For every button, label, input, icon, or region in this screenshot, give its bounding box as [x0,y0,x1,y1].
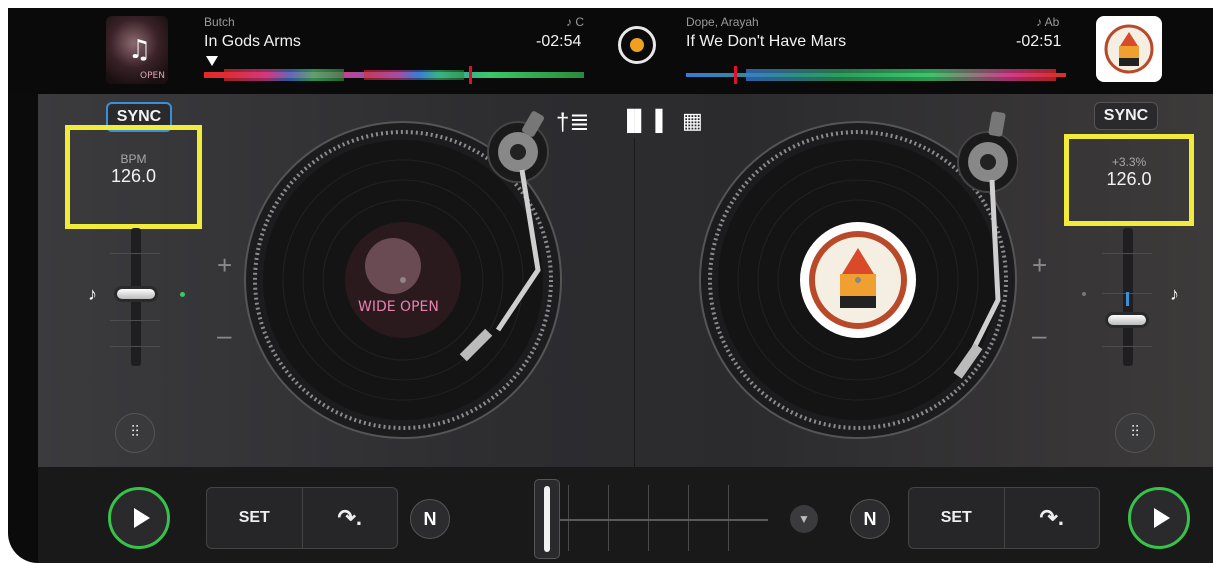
xfade-tick [688,485,689,551]
deck-a-fx-button[interactable]: ⫶⫶ [115,413,155,453]
deck-b-pitch-percent: +3.3% [1111,155,1147,169]
record-icon [630,38,644,52]
deck-a-bpm-value: 126.0 [110,166,157,186]
deck-a-key: ♪ C [566,15,584,29]
deck-b-artist: Dope, Arayah [686,15,759,29]
deck-b-loop-button[interactable]: ↷. [1003,488,1100,548]
pitch-tick [1102,253,1152,254]
deck-b-pitch-center-mark [1126,292,1129,306]
deck-a-play-button[interactable] [108,487,170,549]
waveform-icon[interactable]: ▐▌▐ [620,110,663,133]
deck-a-waveform[interactable] [204,66,584,84]
equalizer-icon: ⫶⫶ [130,424,139,441]
chevron-down-icon[interactable]: ▼ [790,505,818,533]
xfade-tick [568,485,569,551]
deck-a-time-remaining: -02:54 [536,33,582,50]
deck-b-pitch-plus[interactable]: + [1032,250,1047,281]
top-bar: ♫ OPEN Butch In Gods Arms ♪ C -02:54 Dop… [8,8,1213,94]
deck-b-pitch-minus[interactable]: – [1032,320,1046,351]
deck-b-key: ♪ Ab [1036,15,1060,29]
deck-a-loop-button[interactable]: ↷. [301,488,398,548]
equalizer-icon: ⫶⫶ [1130,424,1139,441]
deck-b-bpm-display[interactable]: +3.3% 126.0 [1064,134,1194,226]
deck-a-pitch-minus[interactable]: – [217,320,231,351]
music-note-icon: ♪ [1170,284,1179,304]
xfade-tick [608,485,609,551]
deck-b-cover-art[interactable] [1096,16,1162,82]
deck-b-pitch-slider[interactable] [1105,312,1149,328]
deck-b-waveform[interactable] [686,66,1066,84]
deck-a-record-label: WIDE OPEN [358,299,439,315]
deck-b-title: If We Don't Have Mars [686,33,847,50]
record-button[interactable] [618,26,656,64]
deck-b-time-remaining: -02:51 [1016,33,1062,50]
deck-b-n-button[interactable]: N [850,499,890,539]
deck-a-tonearm[interactable] [438,110,558,380]
deck-b-play-button[interactable] [1128,487,1190,549]
deck-divider [634,138,635,468]
deck-a-pitch-indicator [180,292,185,297]
deck-a-n-button[interactable]: N [410,499,450,539]
svg-text:♫: ♫ [128,35,151,65]
svg-text:OPEN: OPEN [140,71,165,81]
deck-a-pitch-slider[interactable] [114,286,158,302]
play-icon [1153,508,1170,528]
app-window: ♫ OPEN Butch In Gods Arms ♪ C -02:54 Dop… [8,8,1213,563]
crossfader-track [548,519,768,521]
deck-a-pitch-plus[interactable]: + [217,250,232,281]
deck-b-cue-group: SET ↷. [908,487,1100,549]
loop-arrow-icon: ↷. [337,505,363,530]
pitch-tick [1102,346,1152,347]
deck-a-position-marker [206,56,218,66]
pitch-tick [110,320,160,321]
deck-b-pitch-indicator [1082,292,1086,296]
deck-a-cue-group: SET ↷. [206,487,398,549]
crossfader-handle[interactable] [534,479,560,559]
deck-a-bpm-label: BPM [120,152,147,166]
pitch-tick [110,346,160,347]
deck-b-sync-button[interactable]: SYNC [1094,102,1158,130]
deck-b-set-button[interactable]: SET [909,488,1004,548]
deck-b-fx-button[interactable]: ⫶⫶ [1115,413,1155,453]
track-list-icon[interactable]: †≣ [556,108,589,137]
xfade-tick [728,485,729,551]
deck-a-bpm-display[interactable]: BPM 126.0 [65,125,202,229]
label-logo-icon [1104,24,1154,74]
deck-b-tonearm[interactable] [898,110,1018,390]
music-note-icon: ♫ OPEN [128,35,165,81]
deck-a-title: In Gods Arms [204,33,301,50]
xfade-tick [648,485,649,551]
music-note-icon: ♪ [88,284,97,304]
play-icon [133,508,150,528]
deck-b-bpm-value: 126.0 [1106,169,1152,189]
loop-arrow-icon: ↷. [1039,505,1065,530]
pitch-tick [110,253,160,254]
deck-a-cover-art[interactable]: ♫ OPEN [106,16,168,84]
crossfader[interactable] [528,475,768,561]
deck-a-artist: Butch [204,15,235,29]
deck-a-set-button[interactable]: SET [207,488,302,548]
